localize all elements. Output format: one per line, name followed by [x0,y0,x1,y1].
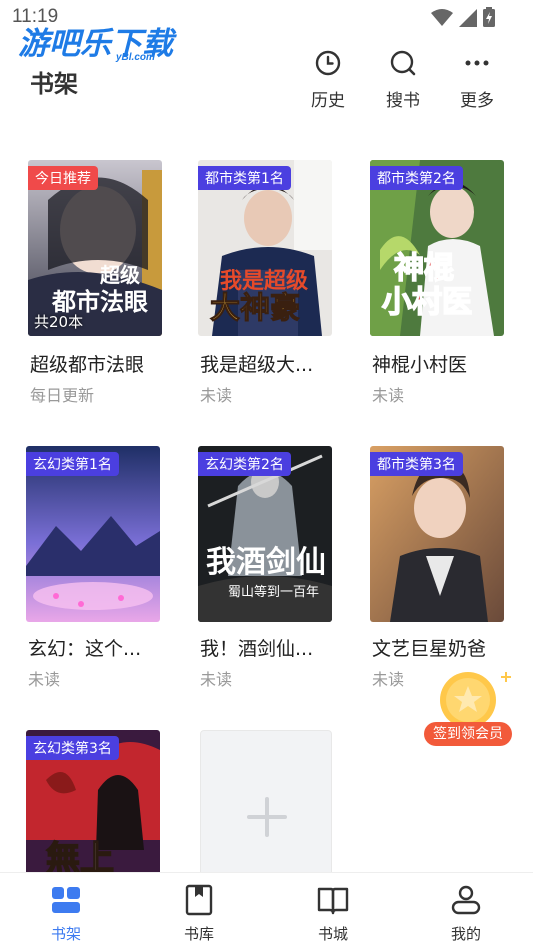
book-title: 超级都市法眼 [30,354,145,376]
rank-badge: 都市类第2名 [370,166,463,190]
tab-bookstore-label: 书城 [317,925,348,943]
battery-icon [483,7,495,27]
book-status: 未读 [200,670,233,689]
book-title: 玄幻：这个... [28,638,142,660]
tab-bookstore[interactable]: 书城 [293,883,373,944]
history-label: 历史 [311,91,345,111]
book-card[interactable]: 神棍 小村医 都市类第2名 神棍小村医 未读 [370,160,530,410]
checkin-button[interactable]: 签到领会员 [424,666,514,748]
more-label: 更多 [460,91,494,111]
book-card[interactable]: 都市类第3名 文艺巨星奶爸 未读 [370,446,530,696]
book-cover[interactable]: 都市类第3名 [370,446,504,622]
library-icon [185,884,213,916]
book-open-icon [317,887,349,915]
more-button[interactable]: 更多 [447,48,507,114]
book-cover[interactable]: 無上 玄幻类第3名 [26,730,160,872]
book-cover[interactable]: 超级 都市法眼 今日推荐 共20本 [28,160,162,336]
recommend-badge: 今日推荐 [28,166,98,190]
status-icons [431,7,495,27]
tab-bookshelf[interactable]: 书架 [26,883,106,944]
search-label: 搜书 [386,91,420,111]
tab-profile-label: 我的 [450,925,481,943]
page-title: 书架 [30,70,78,98]
tab-library[interactable]: 书库 [159,883,239,944]
book-card[interactable]: 我是超级 大神豪 都市类第1名 我是超级大... 未读 [198,160,358,410]
book-card[interactable]: 超级 都市法眼 今日推荐 共20本 超级都市法眼 每日更新 [28,160,188,410]
history-button[interactable]: 历史 [298,48,358,114]
book-cover[interactable]: 神棍 小村医 都市类第2名 [370,160,504,336]
book-status: 未读 [28,670,61,689]
book-title: 我是超级大... [200,354,314,376]
profile-icon [451,885,481,915]
rank-badge: 玄幻类第2名 [198,452,291,476]
search-icon [390,50,416,76]
book-title: 文艺巨星奶爸 [372,638,487,660]
book-count: 共20本 [34,313,84,331]
bookshelf-icon [52,887,80,913]
plus-icon-vertical [265,797,269,837]
cover-subtitle: 蜀山等到一百年 [228,584,319,600]
cover-title-2: 小村医 [382,285,472,320]
book-status: 未读 [200,386,233,405]
rank-badge: 都市类第1名 [198,166,291,190]
book-status: 未读 [372,386,405,405]
more-icon [465,60,489,66]
search-button[interactable]: 搜书 [373,48,433,114]
cover-title-1: 超级 [99,263,140,287]
rank-badge: 都市类第3名 [370,452,463,476]
star-coin-icon [440,672,511,726]
cover-title-2: 大神豪 [210,291,300,326]
cover-title: 無上 [46,839,114,872]
bottom-tab-bar: 书架 书库 书城 我的 [0,872,533,948]
book-status: 每日更新 [30,386,95,405]
cover-title: 我酒剑仙 [206,545,326,580]
book-title: 我！酒剑仙... [200,638,314,660]
cover-title-1: 神棍 [394,251,454,286]
book-card[interactable]: 我酒剑仙 蜀山等到一百年 玄幻类第2名 我！酒剑仙... 未读 [198,446,358,696]
book-cover[interactable]: 玄幻类第1名 [26,446,160,622]
book-cover[interactable]: 我酒剑仙 蜀山等到一百年 玄幻类第2名 [198,446,332,622]
clock-icon [315,50,341,76]
watermark-logo: 游吧乐下载 yBl.com [18,18,188,68]
book-title: 神棍小村医 [372,354,468,376]
book-card[interactable]: 無上 玄幻类第3名 [26,730,186,872]
rank-badge: 玄幻类第1名 [26,452,119,476]
wifi-icon [431,9,453,26]
book-status: 未读 [372,670,405,689]
watermark-sub: yBl.com [116,52,155,63]
tab-library-label: 书库 [183,925,214,943]
signal-icon [459,9,477,27]
tab-profile[interactable]: 我的 [426,883,506,944]
tab-bookshelf-label: 书架 [50,925,81,943]
checkin-label: 签到领会员 [424,722,512,746]
book-cover[interactable]: 我是超级 大神豪 都市类第1名 [198,160,332,336]
book-card[interactable]: 玄幻类第1名 玄幻：这个... 未读 [26,446,186,696]
rank-badge: 玄幻类第3名 [26,736,119,760]
